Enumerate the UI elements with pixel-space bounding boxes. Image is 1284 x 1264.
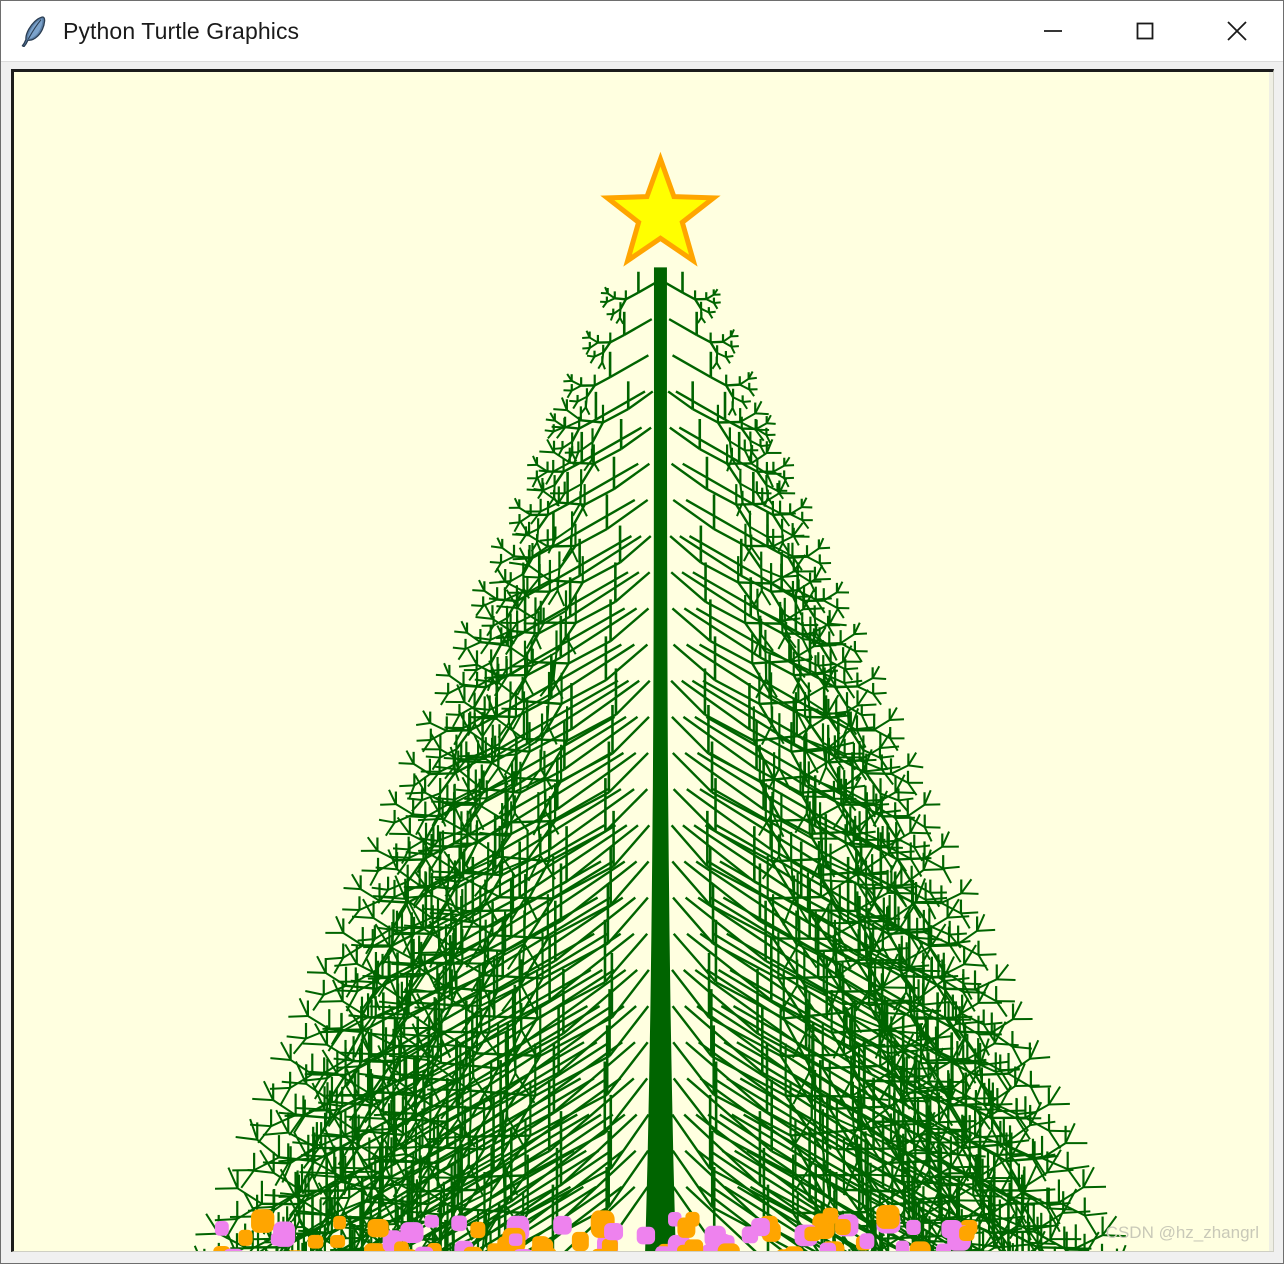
python-feather-icon [21, 16, 46, 47]
turtle-drawing [14, 72, 1273, 1251]
turtle-canvas[interactable]: CSDN @hz_zhangrl [11, 69, 1274, 1252]
maximize-icon [1136, 22, 1154, 40]
close-button[interactable] [1191, 1, 1283, 61]
window-title-bar[interactable]: Python Turtle Graphics [1, 1, 1283, 62]
canvas-right-edge [1269, 72, 1273, 1251]
minimize-icon [1044, 30, 1062, 32]
window-controls [1007, 1, 1283, 61]
maximize-button[interactable] [1099, 1, 1191, 61]
window-title-text: Python Turtle Graphics [63, 17, 300, 44]
canvas-container: CSDN @hz_zhangrl [1, 62, 1283, 1263]
watermark-text: CSDN @hz_zhangrl [1105, 1223, 1259, 1242]
close-icon [1227, 21, 1247, 41]
turtle-graphics-window: Python Turtle Graphics CSDN @hz_zhangrl [0, 0, 1284, 1264]
minimize-button[interactable] [1007, 1, 1099, 61]
